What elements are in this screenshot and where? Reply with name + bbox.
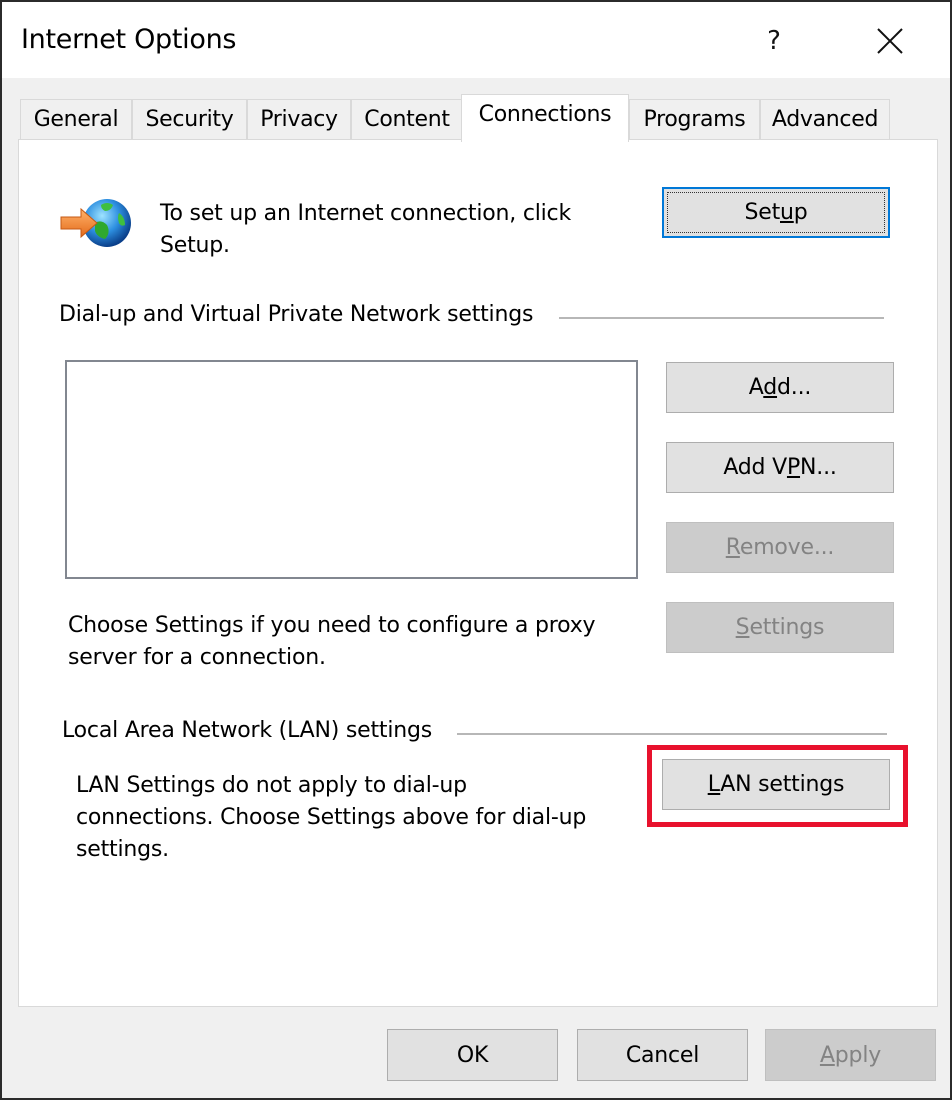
add-button[interactable]: Add... xyxy=(666,362,894,413)
apply-button-label: Apply xyxy=(819,1042,882,1068)
cancel-button[interactable]: Cancel xyxy=(577,1029,748,1081)
proxy-description-line1: Choose Settings if you need to configure… xyxy=(68,613,596,638)
title-bar: Internet Options ? xyxy=(2,2,950,78)
add-vpn-button-label: Add VPN... xyxy=(723,455,837,480)
lan-description-line3: settings. xyxy=(76,837,169,862)
setup-button[interactable]: Setup xyxy=(662,187,890,238)
tab-label: Privacy xyxy=(260,107,338,132)
add-vpn-button[interactable]: Add VPN... xyxy=(666,442,894,493)
setup-description-line2: Setup. xyxy=(160,233,230,258)
lan-group-label: Local Area Network (LAN) settings xyxy=(62,718,433,743)
close-button[interactable] xyxy=(860,16,920,66)
lan-description-line1: LAN Settings do not apply to dial-up xyxy=(76,773,467,798)
lan-settings-button[interactable]: LAN settings xyxy=(662,759,890,810)
tab-label: Security xyxy=(145,107,234,132)
tab-label: General xyxy=(33,107,119,132)
apply-button[interactable]: Apply xyxy=(765,1029,936,1081)
globe-arrow-icon xyxy=(60,199,131,247)
tab-label: Content xyxy=(364,107,450,132)
tab-security[interactable]: Security xyxy=(132,99,247,139)
remove-button-label: Remove... xyxy=(725,535,835,560)
add-button-label: Add... xyxy=(748,375,812,400)
close-icon xyxy=(877,28,903,54)
tab-programs[interactable]: Programs xyxy=(629,99,760,139)
tab-general[interactable]: General xyxy=(20,99,132,139)
setup-description-line1: To set up an Internet connection, click xyxy=(160,201,571,226)
setup-button-label: Setup xyxy=(744,200,808,225)
proxy-description-line2: server for a connection. xyxy=(68,645,326,670)
internet-options-dialog: Internet Options ? General Security Priv… xyxy=(0,0,952,1100)
lan-settings-button-label: LAN settings xyxy=(707,772,845,797)
tab-label: Connections xyxy=(478,102,612,127)
ok-button-label: OK xyxy=(456,1042,489,1068)
remove-button[interactable]: Remove... xyxy=(666,522,894,573)
tab-content[interactable]: Content xyxy=(351,99,463,139)
tab-advanced[interactable]: Advanced xyxy=(760,99,890,139)
tab-label: Programs xyxy=(643,107,746,132)
dialup-group-label: Dial-up and Virtual Private Network sett… xyxy=(59,302,534,327)
tab-privacy[interactable]: Privacy xyxy=(247,99,351,139)
lan-description-line2: connections. Choose Settings above for d… xyxy=(76,805,587,830)
ok-button[interactable]: OK xyxy=(387,1029,558,1081)
tab-label: Advanced xyxy=(771,107,879,132)
dialup-connections-list[interactable] xyxy=(65,360,638,579)
settings-button[interactable]: Settings xyxy=(666,602,894,653)
tab-connections[interactable]: Connections xyxy=(461,94,629,142)
lan-separator xyxy=(457,733,887,735)
help-icon: ? xyxy=(767,26,781,56)
dialup-separator xyxy=(559,317,884,319)
connections-tab-panel: To set up an Internet connection, click … xyxy=(18,139,938,1007)
settings-button-label: Settings xyxy=(735,615,825,640)
help-button[interactable]: ? xyxy=(744,16,804,66)
cancel-button-label: Cancel xyxy=(625,1042,700,1068)
window-title: Internet Options xyxy=(21,24,237,55)
